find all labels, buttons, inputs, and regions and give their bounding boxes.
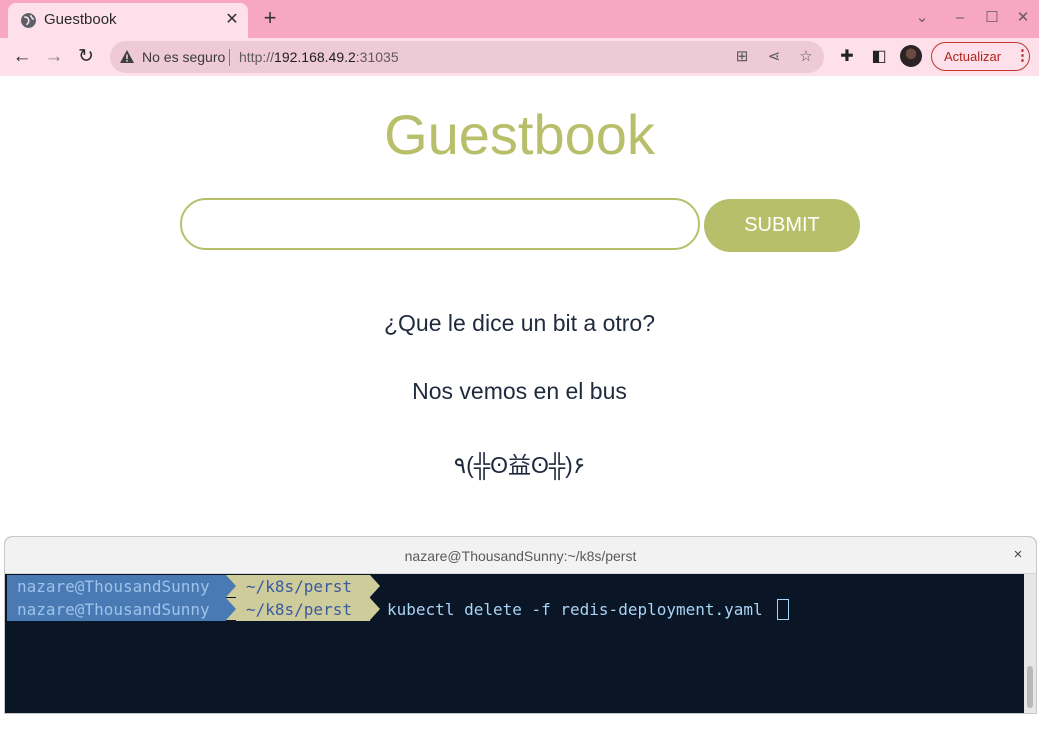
share-icon[interactable]: ⋖ (765, 48, 783, 66)
globe-icon (21, 13, 36, 28)
security-status[interactable]: No es seguro (142, 49, 225, 65)
minimize-icon[interactable]: – (950, 8, 970, 28)
maximize-icon[interactable]: ☐ (982, 8, 1002, 28)
url-port: :31035 (355, 49, 399, 65)
guestbook-entry: ¿Que le dice un bit a otro? (383, 310, 656, 336)
scrollbar-thumb[interactable] (1027, 666, 1033, 708)
terminal-titlebar[interactable]: nazare@ThousandSunny:~/k8s/perst × (5, 537, 1036, 574)
submit-button[interactable]: SUBMIT (704, 199, 860, 252)
command-text: kubectl delete -f redis-deployment.yaml (387, 600, 763, 619)
side-panel-icon[interactable]: ◧ (868, 46, 890, 68)
warning-icon (120, 50, 134, 63)
tab-title: Guestbook (44, 11, 117, 28)
url-scheme: http:// (239, 49, 275, 65)
address-bar[interactable]: No es seguro http://192.168.49.2:31035 ⊞… (110, 41, 824, 73)
prompt-separator-arrow (370, 575, 380, 597)
prompt-dir-segment: ~/k8s/perst (236, 598, 370, 621)
prompt-separator-arrow (226, 575, 236, 597)
menu-dots-icon[interactable]: ⋮ (1015, 46, 1030, 66)
prompt-user-segment: nazare@ThousandSunny (7, 598, 226, 621)
bookmark-star-icon[interactable]: ☆ (797, 48, 815, 66)
guestbook-entry: ٩(╬ʘ益ʘ╬)۶ (453, 452, 586, 478)
prompt-dir-segment: ~/k8s/perst (236, 575, 370, 598)
terminal-body[interactable]: nazare@ThousandSunny ~/k8s/perst nazare@… (5, 574, 1036, 713)
extensions-puzzle-icon[interactable]: ✚ (836, 46, 858, 68)
back-arrow-icon[interactable]: ← (9, 44, 35, 70)
profile-avatar[interactable] (900, 45, 922, 67)
text-cursor (777, 599, 789, 620)
translate-icon[interactable]: ⊞ (733, 48, 751, 66)
tab-strip: Guestbook ✕ + ⌄ – ☐ ✕ (0, 0, 1039, 38)
terminal-window[interactable]: nazare@ThousandSunny:~/k8s/perst × nazar… (4, 536, 1037, 714)
forward-arrow-icon[interactable]: → (41, 44, 67, 70)
url-host: 192.168.49.2 (274, 49, 356, 65)
page-title: Guestbook (384, 103, 655, 166)
tab-close-icon[interactable]: ✕ (222, 10, 242, 30)
browser-toolbar: ← → ↻ No es seguro http://192.168.49.2:3… (0, 38, 1039, 76)
prompt-separator-arrow (370, 598, 380, 620)
terminal-scrollbar[interactable] (1024, 574, 1036, 713)
window-close-icon[interactable]: ✕ (1013, 8, 1033, 28)
url-text[interactable]: http://192.168.49.2:31035 (239, 49, 399, 65)
new-tab-button[interactable]: + (258, 7, 282, 31)
terminal-close-icon[interactable]: × (1009, 546, 1027, 564)
update-button-label: Actualizar (944, 49, 1002, 64)
guestbook-entry-input[interactable] (180, 198, 700, 250)
tab-search-chevron-icon[interactable]: ⌄ (912, 8, 932, 28)
reload-icon[interactable]: ↻ (73, 44, 99, 70)
update-button[interactable]: Actualizar ⋮ (931, 42, 1030, 71)
browser-tab[interactable]: Guestbook ✕ (8, 3, 248, 38)
guestbook-entry: Nos vemos en el bus (412, 378, 627, 404)
prompt-separator-arrow (226, 598, 236, 620)
address-divider (229, 49, 230, 66)
terminal-title: nazare@ThousandSunny:~/k8s/perst (404, 548, 637, 564)
prompt-user-segment: nazare@ThousandSunny (7, 575, 226, 598)
